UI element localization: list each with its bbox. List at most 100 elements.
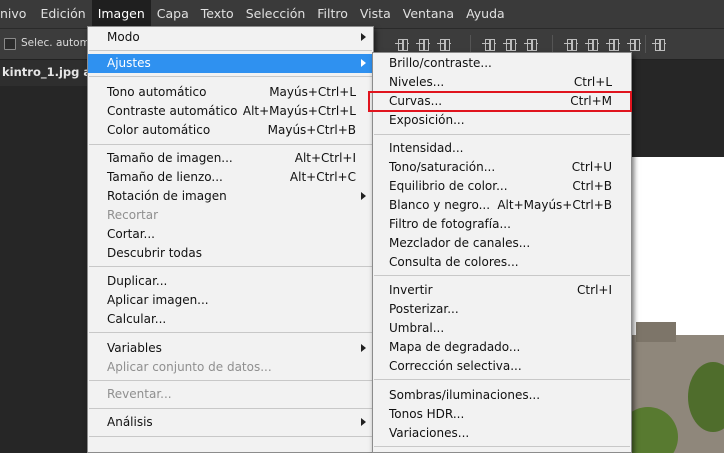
menu-item-label: Color automático: [107, 123, 211, 137]
menu-separator: [374, 379, 630, 380]
menu-item-descubrir[interactable]: Descubrir todas: [88, 244, 373, 263]
menu-separator: [374, 446, 630, 447]
menu-item-mezclador-canales[interactable]: Mezclador de canales...: [373, 234, 631, 253]
menu-item-posterizar[interactable]: Posterizar...: [373, 300, 631, 319]
menu-item-label: Brillo/contraste...: [389, 56, 492, 70]
menu-imagen[interactable]: Imagen: [91, 0, 151, 28]
auto-select-checkbox[interactable]: [4, 38, 16, 50]
menu-item-label: Equilibrio de color...: [389, 179, 508, 193]
menu-item-recortar: Recortar: [88, 206, 373, 225]
image-canvas[interactable]: [628, 157, 724, 453]
menu-item-tonos-hdr[interactable]: Tonos HDR...: [373, 405, 631, 424]
menu-item-ajustes[interactable]: Ajustes: [88, 54, 373, 73]
menu-item-mapa-degradado[interactable]: Mapa de degradado...: [373, 338, 631, 357]
menu-item-label: Variables: [107, 341, 162, 355]
distribute-right-icon[interactable]: [606, 37, 620, 51]
distribute-hcenter-icon[interactable]: [585, 37, 599, 51]
menu-item-tono-saturacion[interactable]: Tono/saturación... Ctrl+U: [373, 158, 631, 177]
menu-item-exposicion[interactable]: Exposición...: [373, 111, 631, 130]
menu-item-shortcut: Ctrl+U: [571, 160, 612, 174]
menu-item-modo[interactable]: Modo: [88, 28, 373, 47]
menu-separator: [89, 436, 372, 437]
distribute-spacing-icon[interactable]: [627, 37, 641, 51]
menu-item-contraste-automatico[interactable]: Contraste automático Alt+Mayús+Ctrl+L: [88, 102, 373, 121]
menu-item-sombras-iluminaciones[interactable]: Sombras/iluminaciones...: [373, 386, 631, 405]
menu-item-label: Intensidad...: [389, 141, 464, 155]
distribute-top-icon[interactable]: [482, 37, 496, 51]
menu-item-equilibrio-color[interactable]: Equilibrio de color... Ctrl+B: [373, 177, 631, 196]
menu-item-label: Mapa de degradado...: [389, 340, 521, 354]
distribute-bottom-icon[interactable]: [524, 37, 538, 51]
menu-item-blanco-negro[interactable]: Blanco y negro... Alt+Mayús+Ctrl+B: [373, 196, 631, 215]
menu-item-label: Ajustes: [107, 56, 151, 70]
menu-item-label: Tamaño de imagen...: [107, 151, 233, 165]
align-bottom-icon[interactable]: [437, 37, 451, 51]
menu-item-brillo-contraste[interactable]: Brillo/contraste...: [373, 54, 631, 73]
menu-separator: [89, 144, 372, 145]
menu-item-label: Aplicar imagen...: [107, 293, 209, 307]
menu-item-label: Invertir: [389, 283, 433, 297]
menu-item-cortar[interactable]: Cortar...: [88, 225, 373, 244]
menu-item-calcular[interactable]: Calcular...: [88, 310, 373, 329]
menu-item-label: Reventar...: [107, 387, 172, 401]
menu-item-variables[interactable]: Variables: [88, 339, 373, 358]
menu-item-label: Tono automático: [107, 85, 207, 99]
document-tab[interactable]: kintro_1.jpg al 1: [0, 60, 107, 86]
menu-item-filtro-fotografia[interactable]: Filtro de fotografía...: [373, 215, 631, 234]
menu-separator: [89, 76, 372, 77]
menu-item-shortcut: Alt+Ctrl+C: [289, 170, 356, 184]
menu-item-invertir[interactable]: Invertir Ctrl+I: [373, 281, 631, 300]
menu-item-label: Aplicar conjunto de datos...: [107, 360, 272, 374]
menu-separator: [374, 134, 630, 135]
menu-ventana[interactable]: Ventana: [397, 0, 460, 28]
menu-item-aplicar-imagen[interactable]: Aplicar imagen...: [88, 291, 373, 310]
menu-item-shortcut: Alt+Ctrl+I: [294, 151, 356, 165]
auto-select-label: Selec. autom.:: [21, 37, 97, 49]
menu-item-intensidad[interactable]: Intensidad...: [373, 139, 631, 158]
menu-item-niveles[interactable]: Niveles... Ctrl+L: [373, 73, 631, 92]
menu-item-variaciones[interactable]: Variaciones...: [373, 424, 631, 443]
menu-item-label: Variaciones...: [389, 426, 470, 440]
menu-item-consulta-colores[interactable]: Consulta de colores...: [373, 253, 631, 272]
menu-edicion[interactable]: Edición: [34, 0, 91, 28]
menu-item-label: Niveles...: [389, 75, 445, 89]
menu-item-label: Modo: [107, 30, 140, 44]
align-top-icon[interactable]: [395, 37, 409, 51]
menu-item-label: Mezclador de canales...: [389, 236, 531, 250]
menu-item-aplicar-conjunto: Aplicar conjunto de datos...: [88, 358, 373, 377]
auto-align-layers-icon[interactable]: [652, 37, 666, 51]
menu-bar: nivo Edición Imagen Capa Texto Selección…: [0, 0, 724, 28]
menu-item-tamano-imagen[interactable]: Tamaño de imagen... Alt+Ctrl+I: [88, 149, 373, 168]
align-vcenter-icon[interactable]: [416, 37, 430, 51]
submenu-arrow-icon: [361, 418, 366, 426]
menu-item-color-automatico[interactable]: Color automático Mayús+Ctrl+B: [88, 121, 373, 140]
ajustes-submenu: Brillo/contraste... Niveles... Ctrl+L Cu…: [372, 52, 632, 453]
menu-filtro[interactable]: Filtro: [311, 0, 354, 28]
distribute-vcenter-icon[interactable]: [503, 37, 517, 51]
menu-archivo[interactable]: nivo: [0, 0, 34, 28]
menu-item-label: Contraste automático: [107, 104, 238, 118]
menu-item-duplicar[interactable]: Duplicar...: [88, 272, 373, 291]
menu-seleccion[interactable]: Selección: [240, 0, 312, 28]
menu-texto[interactable]: Texto: [195, 0, 240, 28]
menu-item-correccion-selectiva[interactable]: Corrección selectiva...: [373, 357, 631, 376]
highlight-annotation-box: [368, 91, 632, 112]
menu-item-label: Análisis: [107, 415, 153, 429]
menu-separator: [89, 332, 372, 333]
menu-item-shortcut: Ctrl+I: [577, 283, 612, 297]
menu-item-label: Blanco y negro...: [389, 198, 491, 212]
menu-capa[interactable]: Capa: [151, 0, 195, 28]
toolbar-separator: [645, 35, 646, 53]
menu-item-reventar: Reventar...: [88, 385, 373, 404]
menu-vista[interactable]: Vista: [354, 0, 397, 28]
menu-item-rotacion[interactable]: Rotación de imagen: [88, 187, 373, 206]
menu-item-label: Descubrir todas: [107, 246, 202, 260]
menu-item-analisis[interactable]: Análisis: [88, 413, 373, 432]
menu-item-tamano-lienzo[interactable]: Tamaño de lienzo... Alt+Ctrl+C: [88, 168, 373, 187]
menu-item-label: Duplicar...: [107, 274, 168, 288]
menu-item-label: Posterizar...: [389, 302, 459, 316]
menu-item-tono-automatico[interactable]: Tono automático Mayús+Ctrl+L: [88, 83, 373, 102]
distribute-left-icon[interactable]: [564, 37, 578, 51]
menu-ayuda[interactable]: Ayuda: [460, 0, 511, 28]
menu-item-umbral[interactable]: Umbral...: [373, 319, 631, 338]
